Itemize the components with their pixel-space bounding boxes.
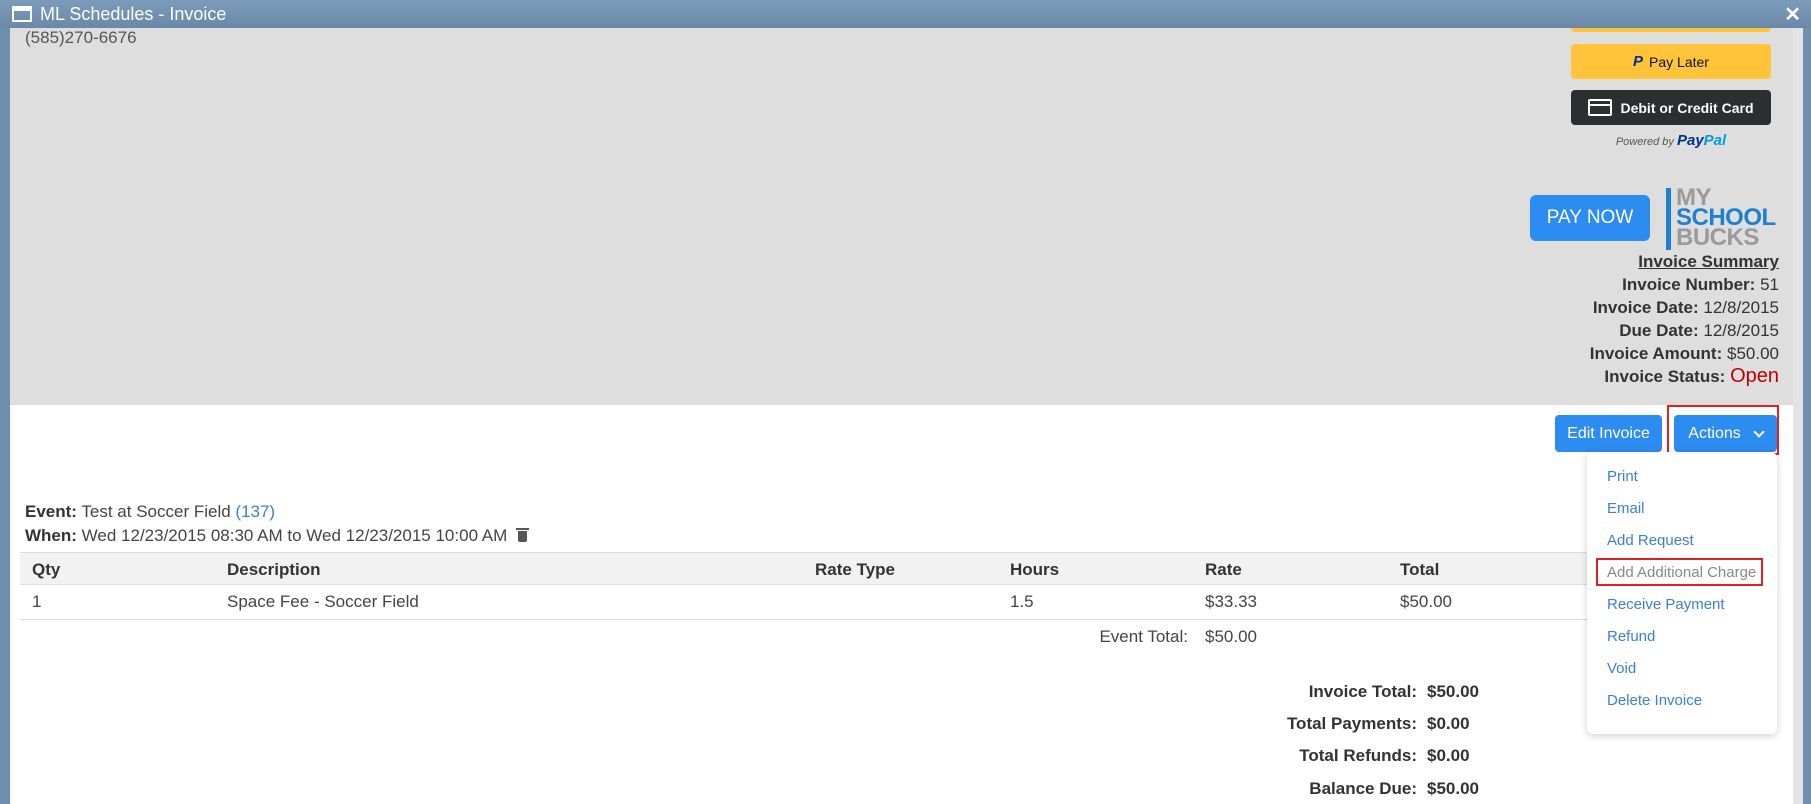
column-qty: Qty [32, 560, 61, 579]
balance-due-value: $50.00 [1427, 779, 1479, 798]
menu-item-add-request[interactable]: Add Request [1607, 532, 1694, 549]
invoice-date-value: 12/8/2015 [1703, 298, 1779, 317]
cell-total: $50.00 [1400, 592, 1452, 611]
title-bar: ML Schedules - Invoice ✕ [0, 0, 1811, 28]
powered-by-paypal: Powered by PayPal [1571, 132, 1771, 149]
due-date-value: 12/8/2015 [1703, 321, 1779, 340]
window-title: ML Schedules - Invoice [40, 4, 227, 24]
event-total-value: $50.00 [1205, 627, 1257, 646]
paypal-card-button[interactable]: Debit or Credit Card [1571, 90, 1771, 125]
invoice-amount-value: $50.00 [1727, 344, 1779, 363]
when-label: When: [25, 526, 77, 545]
cell-description: Space Fee - Soccer Field [227, 592, 419, 611]
cell-hours: 1.5 [1010, 592, 1034, 611]
column-description: Description [227, 560, 321, 579]
event-total-label: Event Total: [1099, 627, 1188, 646]
actions-dropdown-menu: Print Email Add Request Add Additional C… [1587, 452, 1777, 734]
powered-by-text: Powered by [1615, 136, 1674, 148]
paypal-icon: P [1633, 53, 1644, 70]
menu-item-receive-payment[interactable]: Receive Payment [1607, 596, 1725, 613]
cell-rate: $33.33 [1205, 592, 1257, 611]
menu-item-print[interactable]: Print [1607, 468, 1638, 485]
invoice-number-row: Invoice Number: 51 [1590, 273, 1779, 296]
invoice-total-value: $50.00 [1427, 682, 1479, 701]
due-date-row: Due Date: 12/8/2015 [1590, 319, 1779, 342]
invoice-total-label: Invoice Total: [1308, 682, 1417, 701]
myschoolbucks-logo: MY SCHOOL BUCKS [1666, 186, 1776, 250]
column-rate-type: Rate Type [815, 560, 895, 579]
cell-qty: 1 [32, 592, 42, 611]
menu-item-refund[interactable]: Refund [1607, 628, 1655, 645]
invoice-status-row: Invoice Status: Open [1590, 365, 1779, 388]
pay-now-button[interactable]: PAY NOW [1530, 195, 1650, 241]
paypal-logo-pay: Pay [1676, 132, 1704, 149]
paypal-logo-pal: Pal [1703, 132, 1727, 149]
menu-item-email[interactable]: Email [1607, 500, 1645, 517]
actions-label: Actions [1688, 424, 1741, 442]
event-id-link[interactable]: (137) [235, 502, 275, 521]
pay-later-label: Pay Later [1649, 53, 1709, 70]
when-value: Wed 12/23/2015 08:30 AM to Wed 12/23/201… [81, 526, 508, 545]
invoice-date-row: Invoice Date: 12/8/2015 [1590, 296, 1779, 319]
event-total-row: Event Total: $50.00 [20, 620, 1775, 654]
paypal-button-edge[interactable] [1571, 28, 1771, 32]
status-badge: Open [1730, 365, 1779, 387]
paypal-pay-later-button[interactable]: P Pay Later [1571, 44, 1771, 79]
invoice-number-label: Invoice Number: [1622, 275, 1756, 294]
column-hours: Hours [1010, 560, 1060, 579]
due-date-label: Due Date: [1619, 321, 1699, 340]
event-label: Event: [25, 502, 77, 521]
invoice-number-value: 51 [1760, 275, 1779, 294]
invoice-summary: Invoice Summary Invoice Number: 51 Invoi… [1590, 250, 1779, 388]
menu-item-delete-invoice[interactable]: Delete Invoice [1607, 692, 1702, 709]
total-refunds-label: Total Refunds: [1299, 746, 1417, 765]
logo-bar [1666, 188, 1671, 250]
total-refunds-value: $0.00 [1427, 746, 1470, 765]
table-row: 1 Space Fee - Soccer Field 1.5 $33.33 $5… [20, 585, 1775, 620]
logo-text: MY SCHOOL BUCKS [1676, 186, 1776, 251]
menu-item-add-additional-charge[interactable]: Add Additional Charge [1607, 564, 1756, 581]
invoice-status-label: Invoice Status: [1604, 367, 1726, 386]
credit-card-icon [1588, 99, 1613, 116]
invoice-header-panel: (585)270-6676 P Pay Later Debit or Credi… [10, 28, 1793, 405]
balance-due-label: Balance Due: [1309, 779, 1417, 798]
card-button-label: Debit or Credit Card [1620, 99, 1754, 116]
chevron-down-icon [1753, 425, 1765, 438]
event-name: Test at Soccer Field [81, 502, 231, 521]
invoice-content: Edit Invoice Actions Print Email Add Req… [10, 405, 1793, 804]
column-total: Total [1400, 560, 1440, 579]
close-icon[interactable]: ✕ [1784, 2, 1801, 27]
actions-button[interactable]: Actions [1674, 415, 1777, 452]
phone-number: (585)270-6676 [25, 28, 137, 47]
edit-invoice-button[interactable]: Edit Invoice [1555, 415, 1662, 452]
table-header: Qty Description Rate Type Hours Rate Tot… [20, 552, 1775, 585]
invoice-amount-row: Invoice Amount: $50.00 [1590, 342, 1779, 365]
window-icon [12, 6, 32, 22]
trash-icon[interactable] [516, 528, 530, 542]
menu-item-void[interactable]: Void [1607, 660, 1636, 677]
paypal-logo: PayPal [1677, 132, 1726, 149]
total-payments-value: $0.00 [1427, 714, 1470, 733]
summary-heading: Invoice Summary [1638, 252, 1779, 271]
invoice-amount-label: Invoice Amount: [1589, 344, 1723, 363]
when-line: When: Wed 12/23/2015 08:30 AM to Wed 12/… [25, 526, 530, 546]
logo-line-3: BUCKS [1676, 224, 1759, 251]
column-rate: Rate [1205, 560, 1242, 579]
invoice-date-label: Invoice Date: [1592, 298, 1699, 317]
total-payments-label: Total Payments: [1286, 714, 1417, 733]
event-line: Event: Test at Soccer Field (137) [25, 502, 275, 522]
